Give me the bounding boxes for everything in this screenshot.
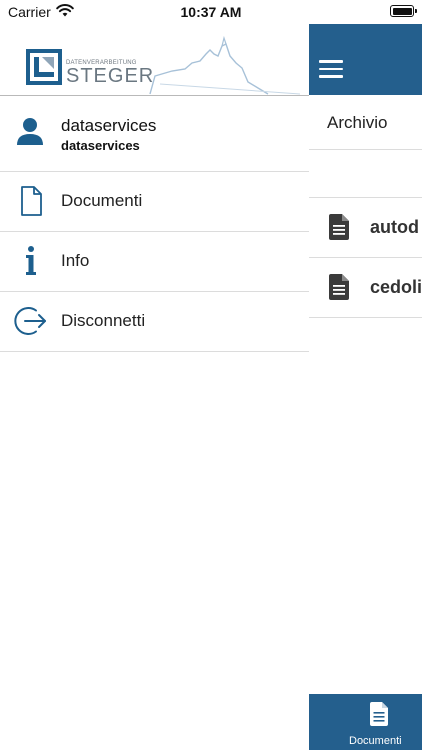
tab-documenti[interactable]: Documenti	[349, 735, 402, 747]
battery-icon	[390, 5, 417, 17]
info-icon	[26, 246, 36, 275]
user-subtitle: dataservices	[61, 138, 140, 153]
file-name: cedoli	[370, 277, 422, 297]
file-row-autod[interactable]: autod	[309, 198, 422, 258]
document-tab-icon[interactable]	[370, 702, 388, 726]
side-drawer: DATENVERARBEITUNG STEGER dataservices da…	[0, 0, 309, 750]
user-name: dataservices	[61, 116, 157, 135]
archive-header: Archivio	[309, 95, 422, 150]
empty-row	[309, 150, 422, 198]
main-screen: Archivio autod cedoli Documenti	[309, 0, 422, 750]
file-icon	[329, 214, 349, 240]
hamburger-icon[interactable]	[319, 60, 343, 78]
status-bar: Carrier 10:37 AM	[0, 0, 422, 24]
main-header	[309, 24, 422, 95]
status-time: 10:37 AM	[180, 4, 242, 20]
file-icon	[329, 274, 349, 300]
tab-bar: Documenti	[309, 694, 422, 750]
steger-logo-icon	[26, 49, 62, 85]
document-icon	[21, 186, 42, 216]
user-icon	[17, 118, 43, 145]
user-profile[interactable]: dataservices dataservices	[0, 95, 309, 172]
logo-name: STEGER	[66, 65, 155, 87]
menu-item-info[interactable]: Info	[0, 232, 309, 292]
file-name: autod	[370, 217, 419, 237]
drawer-header: DATENVERARBEITUNG STEGER	[0, 24, 309, 96]
menu-item-documenti[interactable]: Documenti	[0, 172, 309, 232]
menu-item-disconnetti[interactable]: Disconnetti	[0, 292, 309, 352]
archive-title: Archivio	[327, 113, 388, 132]
menu-label: Disconnetti	[61, 311, 146, 330]
logout-icon	[14, 307, 46, 335]
file-row-cedoli[interactable]: cedoli	[309, 258, 422, 318]
menu-label: Info	[61, 251, 90, 270]
menu-label: Documenti	[61, 191, 143, 210]
